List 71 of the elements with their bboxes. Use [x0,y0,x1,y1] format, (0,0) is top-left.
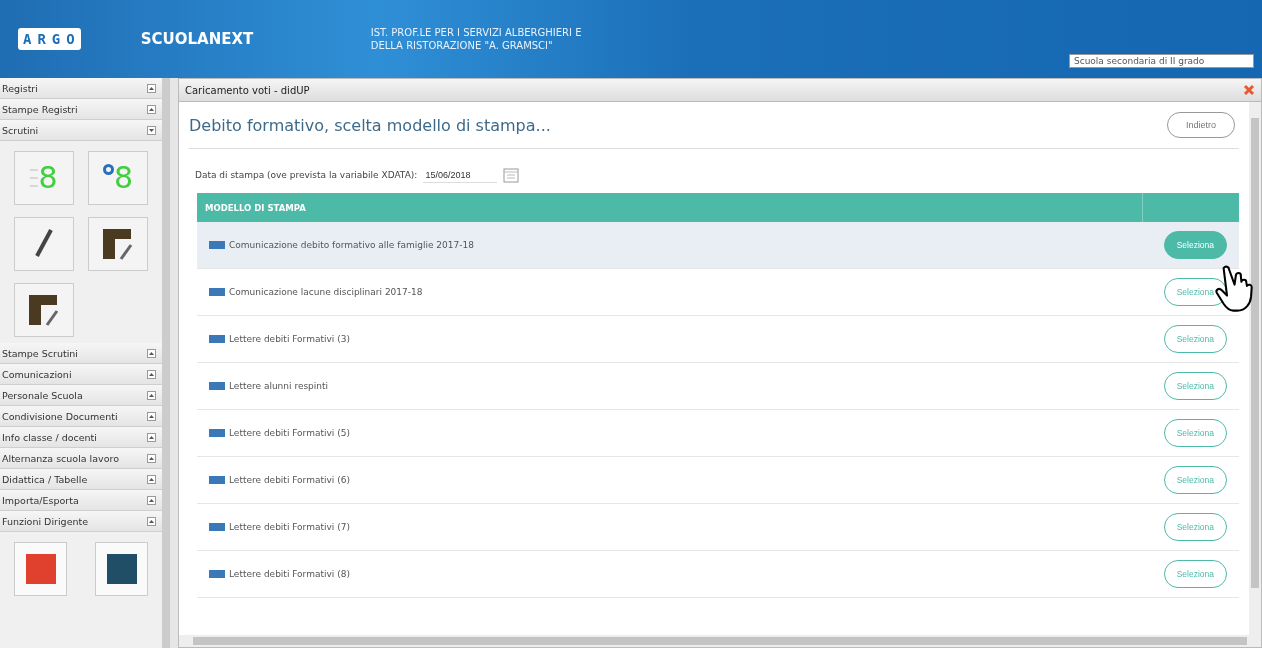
template-name: Lettere debiti Formativi (6) [229,475,350,485]
board-pencil-icon [27,293,61,327]
back-button[interactable]: Indietro [1166,112,1235,138]
column-header: MODELLO DI STAMPA [204,202,307,213]
sidebar-section[interactable]: Info classe / docenti [0,427,162,448]
expand-icon [147,474,156,484]
table-row[interactable]: Lettere debiti Formativi (5) Seleziona [197,410,1239,457]
document-icon [209,288,225,296]
template-name: Lettere debiti Formativi (8) [229,569,350,579]
close-icon[interactable] [1243,84,1255,96]
sidebar-section[interactable]: Funzioni Dirigente [0,511,162,532]
sidebar-section[interactable]: Condivisione Documenti [0,406,162,427]
sidebar-section[interactable]: Personale Scuola [0,385,162,406]
sidebar-section[interactable]: Importa/Esporta [0,490,162,511]
brand-logo: ARGO [18,28,81,50]
expand-icon [147,453,156,463]
document-icon [209,429,225,437]
document-icon [209,523,225,531]
grade-digit: 8 [113,163,134,193]
expand-icon [147,369,156,379]
table-row[interactable]: Lettere debiti Formativi (8) Seleziona [197,551,1239,598]
sidebar-section[interactable]: Comunicazioni [0,364,162,385]
sidebar-section[interactable]: Stampe Registri [0,99,162,120]
document-icon [209,476,225,484]
school-type-select[interactable]: Scuola secondaria di II grado [1069,54,1254,68]
table-row[interactable]: Lettere debiti Formativi (3) Seleziona [197,316,1239,363]
panel-title: Caricamento voti - didUP [185,84,310,96]
scrollbar-thumb[interactable] [193,637,1247,645]
expand-icon [147,83,156,93]
template-name: Lettere debiti Formativi (5) [229,428,350,438]
table-row[interactable]: Lettere alunni respinti Seleziona [197,363,1239,410]
module-tile[interactable] [88,217,148,271]
table-row[interactable]: Lettere debiti Formativi (7) Seleziona [197,504,1239,551]
school-name: DELLA RISTORAZIONE "A. GRAMSCI" [370,39,554,52]
module-tile[interactable] [14,283,74,337]
expand-icon [147,411,156,421]
school-name: IST. PROF.LE PER I SERVIZI ALBERGHIERI E [370,26,582,39]
module-tile[interactable] [95,542,148,596]
sidebar-section[interactable]: Scrutini [0,120,162,141]
sidebar-section[interactable]: Didattica / Tabelle [0,469,162,490]
expand-icon [147,104,156,114]
expand-icon [147,516,156,526]
template-name: Lettere debiti Formativi (3) [229,334,350,344]
page-heading: Debito formativo, scelta modello di stampa... [189,115,551,135]
template-name: Lettere debiti Formativi (7) [229,522,350,532]
template-name: Comunicazione lacune disciplinari 2017-18 [229,287,423,297]
expand-icon [147,495,156,505]
sidebar-section[interactable]: Stampe Scrutini [0,343,162,364]
module-tile[interactable] [14,542,67,596]
scrollbar-thumb[interactable] [1251,118,1259,588]
module-tile[interactable] [14,217,74,271]
document-icon [209,382,225,390]
table-row[interactable]: Comunicazione debito formativo alle famiglie 2017-18 Seleziona [197,222,1239,269]
ring-icon [102,164,114,175]
sidebar-section[interactable]: Alternanza scuola lavoro [0,448,162,469]
document-icon [209,241,225,249]
collapse-icon [147,125,156,135]
product-name: SCUOLANEXT [140,30,255,48]
sidebar-section[interactable]: Registri [0,78,162,99]
template-name: Lettere alunni respinti [229,381,329,391]
table-row[interactable]: Lettere debiti Formativi (6) Seleziona [197,457,1239,504]
expand-icon [147,390,156,400]
document-icon [209,570,225,578]
template-name: Comunicazione debito formativo alle famiglie 2017-18 [229,240,474,250]
document-icon [209,335,225,343]
expand-icon [147,432,156,442]
board-pencil-icon [101,227,135,261]
grade-digit: 8 [38,163,58,193]
date-label: Data di stampa (ove prevista la variabile XDATA): [195,170,418,180]
expand-icon [147,348,156,358]
list-lines-icon [30,166,39,190]
